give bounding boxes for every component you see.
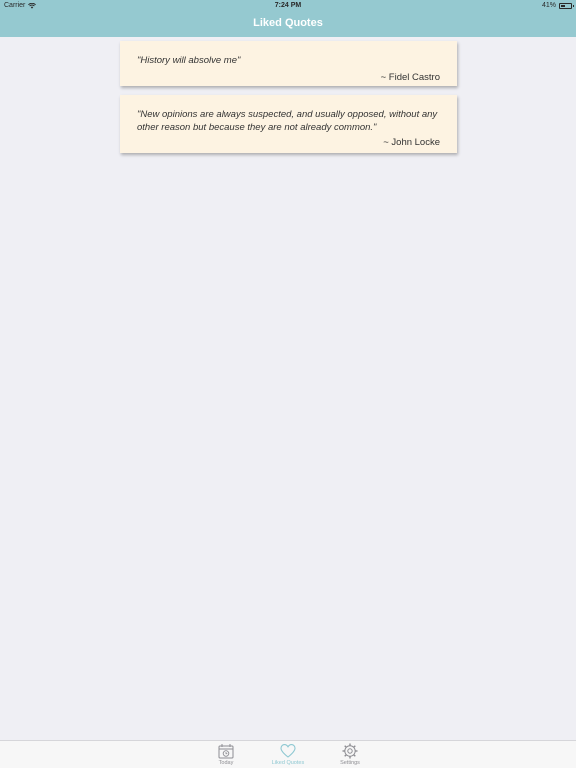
- heart-icon: [280, 744, 296, 758]
- gear-icon: [342, 743, 358, 759]
- battery-percent: 41%: [541, 2, 556, 9]
- calendar-icon: [218, 744, 234, 759]
- quote-text: "New opinions are always suspected, and …: [137, 109, 438, 133]
- navigation-bar: Liked Quotes: [0, 12, 576, 37]
- quote-author: ~ John Locke: [383, 137, 440, 148]
- tab-label: Settings: [340, 760, 360, 766]
- tab-liked-quotes[interactable]: Liked Quotes: [263, 742, 313, 768]
- quote-author: ~ Fidel Castro: [380, 72, 440, 83]
- status-time: 7:24 PM: [274, 2, 302, 9]
- tab-label: Liked Quotes: [271, 760, 305, 766]
- tab-label: Today: [218, 760, 234, 766]
- quote-card[interactable]: "New opinions are always suspected, and …: [120, 95, 457, 153]
- status-right: 41%: [541, 2, 574, 9]
- status-bar: Carrier 7:24 PM 41%: [0, 0, 576, 12]
- tab-bar: Today Liked Quotes Settings: [0, 740, 576, 768]
- tab-today[interactable]: Today: [201, 742, 251, 768]
- quote-text: "History will absolve me": [137, 55, 241, 66]
- app-screen: Carrier 7:24 PM 41% Liked Quotes "Histor…: [0, 0, 576, 768]
- page-title: Liked Quotes: [253, 17, 323, 29]
- tab-settings[interactable]: Settings: [325, 742, 375, 768]
- battery-icon: [559, 2, 574, 9]
- quote-card[interactable]: "History will absolve me" ~ Fidel Castro: [120, 41, 457, 86]
